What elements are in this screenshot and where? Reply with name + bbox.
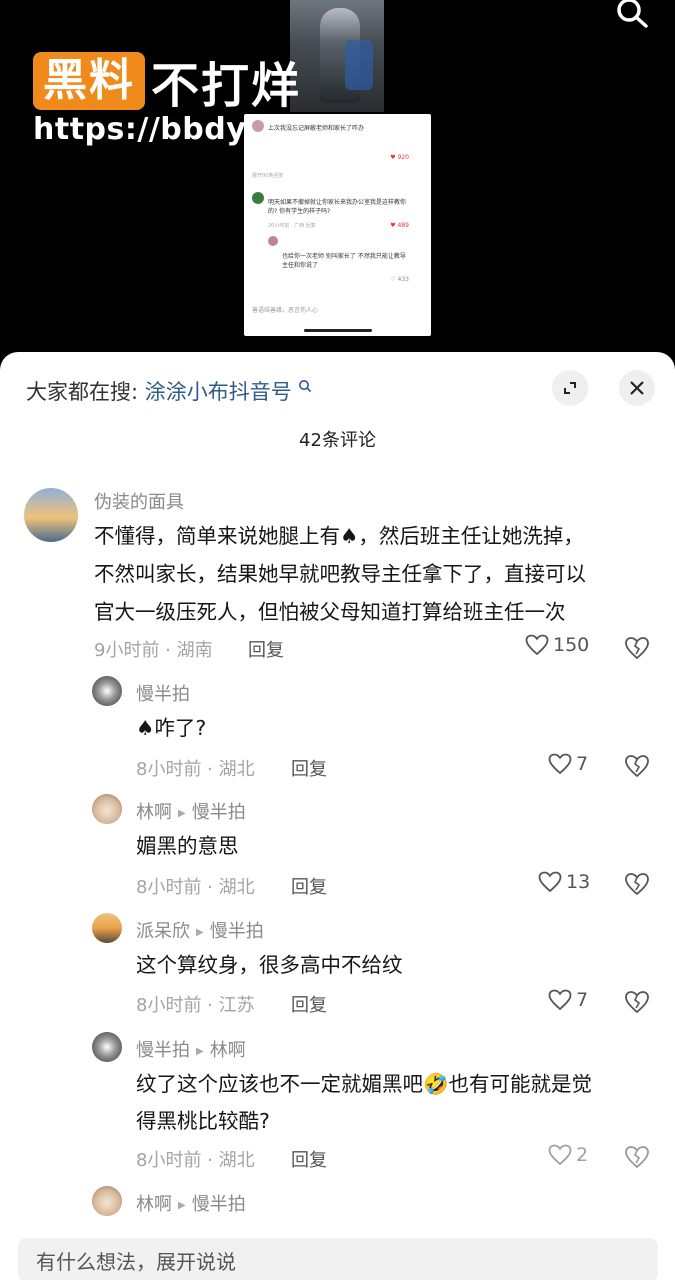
avatar[interactable]	[24, 488, 78, 542]
embedded-line2-likes: ♡ 433	[390, 276, 409, 283]
comment-input[interactable]: 有什么想法，展开说说	[18, 1238, 658, 1280]
embedded-home-bar	[304, 329, 372, 332]
hot-search-keyword[interactable]: 涂涂小布抖音号	[145, 380, 292, 404]
heart-icon	[525, 634, 549, 656]
like-button[interactable]: 13	[538, 871, 590, 893]
comment-body-line: 官大一级压死人，但怕被父母知道打算给班主任一次	[94, 600, 566, 624]
embedded-expand: 展开90条回复	[252, 173, 284, 179]
reply-to-name: 慢半拍	[191, 802, 246, 823]
like-button[interactable]: 2	[548, 1144, 588, 1166]
search-icon[interactable]	[615, 0, 649, 28]
broken-heart-icon[interactable]	[624, 1145, 650, 1169]
embedded-line1-likes: ♥ 489	[390, 222, 409, 229]
heart-icon	[548, 989, 572, 1011]
hot-search-icon	[299, 380, 312, 393]
broken-heart-icon[interactable]	[624, 636, 650, 660]
comment-meta: 8小时前 · 江苏	[136, 995, 255, 1016]
comment-author[interactable]: 慢半拍	[136, 680, 190, 706]
avatar[interactable]	[92, 1032, 122, 1062]
broken-heart-icon[interactable]	[624, 872, 650, 896]
video-player[interactable]: 黑料 不打烊 https://bbdy15.com 上次我没忘记屏蔽老师和家长了…	[0, 0, 675, 352]
comment-author[interactable]: 林啊 ▶ 慢半拍	[136, 798, 246, 824]
reply-button[interactable]: 回复	[291, 755, 327, 781]
comment-body-line: 这个算纹身，很多高中不给纹	[136, 953, 403, 977]
comment-meta: 9小时前 · 湖南	[94, 640, 213, 661]
comment-body-line: 不然叫家长，结果她早就吧教导主任拿下了，直接可以	[94, 562, 586, 586]
embedded-top-text: 上次我没忘记屏蔽老师和家长了咋办	[268, 125, 365, 132]
reply-button[interactable]: 回复	[291, 1146, 327, 1172]
reply-to-name: 慢半拍	[209, 921, 264, 942]
like-button[interactable]: 150	[525, 634, 589, 656]
reply-arrow-icon: ▶	[178, 1199, 186, 1211]
comment-author-name: 林啊	[136, 802, 172, 823]
hot-search-prefix: 大家都在搜:	[26, 380, 145, 404]
heart-icon	[538, 871, 562, 893]
reply-button[interactable]: 回复	[291, 991, 327, 1017]
comment-body-line: 不懂得，简单来说她腿上有♠，然后班主任让她洗掉，	[94, 524, 584, 548]
close-button[interactable]	[619, 370, 655, 406]
comment-author-name: 林啊	[136, 1194, 172, 1215]
reply-arrow-icon: ▶	[178, 807, 186, 819]
avatar[interactable]	[92, 1186, 122, 1216]
heart-icon	[548, 753, 572, 775]
comment-body-line: 纹了这个应该也不一定就媚黑吧🤣也有可能就是觉	[136, 1072, 593, 1096]
comment-author[interactable]: 林啊 ▶ 慢半拍	[136, 1190, 246, 1216]
comment-body-line: ♠咋了?	[136, 716, 207, 740]
like-count: 7	[576, 989, 589, 1011]
broken-heart-icon[interactable]	[624, 754, 650, 778]
embedded-line2: 也给你一次老师 别叫家长了 不然我只能让教导主任和你说了	[282, 253, 406, 269]
comment-author-name: 派呆欣	[136, 921, 190, 942]
comment-author-name: 慢半拍	[136, 1040, 190, 1061]
comment-sheet: 大家都在搜: 涂涂小布抖音号 42条评论 伪装的面具 不懂得，简单来说她腿上有♠…	[0, 352, 675, 1280]
comment-meta: 8小时前 · 湖北	[136, 1150, 255, 1171]
expand-icon	[564, 382, 576, 394]
watermark-brand: 黑料 不打烊	[33, 46, 301, 116]
comment-meta: 8小时前 · 湖北	[136, 877, 255, 898]
reply-to-name: 林啊	[209, 1040, 246, 1061]
comment-author[interactable]: 派呆欣 ▶ 慢半拍	[136, 917, 264, 943]
video-frame-photo	[290, 0, 384, 112]
watermark-brand-box: 黑料	[33, 52, 145, 110]
expand-button[interactable]	[552, 370, 588, 406]
like-count: 7	[576, 753, 589, 775]
like-count: 2	[576, 1144, 589, 1166]
comment-body-line: 媚黑的意思	[136, 834, 239, 858]
embedded-input: 善语结善缘，恶言伤人心	[252, 307, 319, 314]
reply-button[interactable]: 回复	[291, 873, 327, 899]
embedded-screenshot: 上次我没忘记屏蔽老师和家长了咋办 ♥ 920 展开90条回复 明天如果不撤掉就让…	[244, 114, 431, 336]
avatar[interactable]	[92, 794, 122, 824]
comment-body-line: 得黑桃比较酷?	[136, 1109, 270, 1133]
reply-button[interactable]: 回复	[248, 636, 284, 662]
like-count: 150	[553, 634, 590, 656]
comment-author[interactable]: 伪装的面具	[94, 488, 184, 514]
reply-arrow-icon: ▶	[196, 1045, 204, 1057]
reply-to-name: 慢半拍	[191, 1194, 246, 1215]
hot-search-bar[interactable]: 大家都在搜: 涂涂小布抖音号	[26, 376, 312, 406]
broken-heart-icon[interactable]	[624, 990, 650, 1014]
avatar[interactable]	[92, 676, 122, 706]
comment-meta: 8小时前 · 湖北	[136, 759, 255, 780]
heart-icon	[548, 1144, 572, 1166]
avatar[interactable]	[92, 913, 122, 943]
like-count: 13	[566, 871, 591, 893]
watermark-brand-text: 不打烊	[151, 58, 302, 114]
like-button[interactable]: 7	[548, 753, 588, 775]
embedded-line1: 明天如果不撤掉就让你家长来我办公室我是这样教你的? 你有学生的样子吗?	[268, 199, 407, 215]
like-button[interactable]: 7	[548, 989, 588, 1011]
embedded-top-likes: ♥ 920	[390, 154, 409, 161]
comment-count: 42条评论	[299, 430, 376, 451]
reply-arrow-icon: ▶	[196, 926, 204, 938]
person-shirt	[345, 40, 373, 90]
comment-author[interactable]: 慢半拍 ▶ 林啊	[136, 1036, 246, 1062]
close-icon	[630, 381, 644, 395]
